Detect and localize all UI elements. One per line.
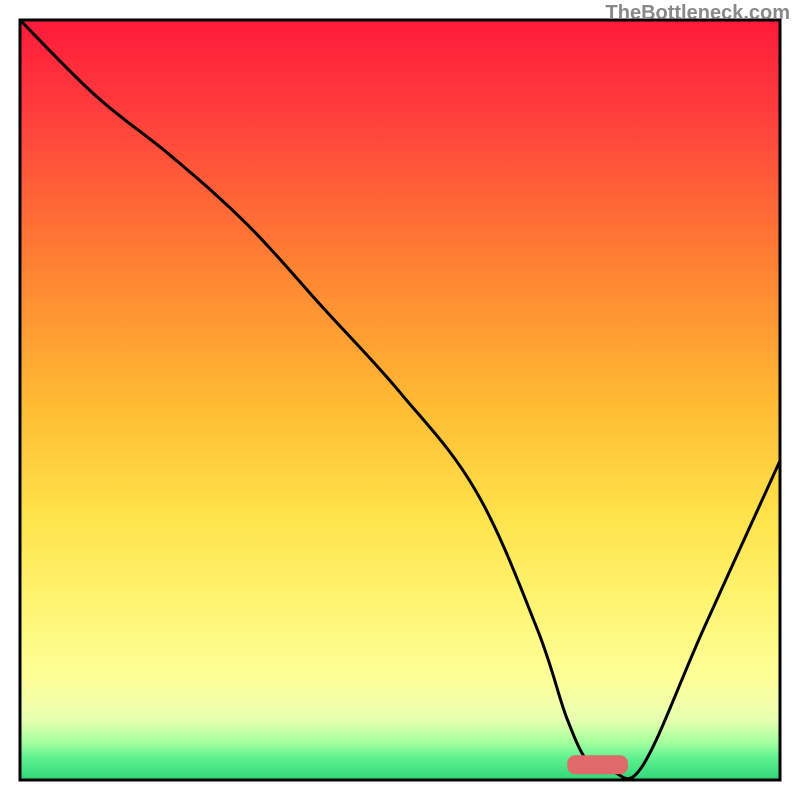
gradient-background: [20, 20, 780, 780]
chart-container: TheBottleneck.com: [0, 0, 800, 800]
watermark-label: TheBottleneck.com: [606, 2, 790, 25]
plot-area: [20, 20, 780, 780]
bottleneck-chart: [0, 0, 800, 800]
optimum-marker: [567, 755, 628, 774]
